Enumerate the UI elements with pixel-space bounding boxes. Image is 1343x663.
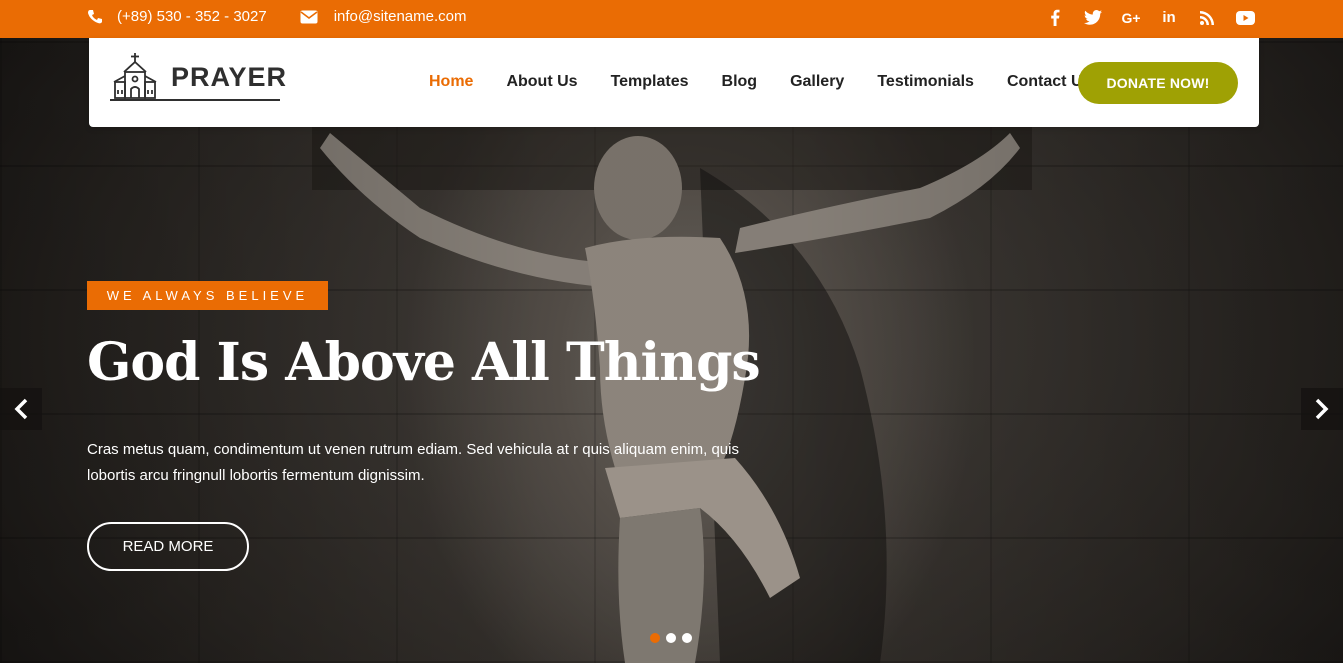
top-bar: (+89) 530 - 352 - 3027 info@sitename.com… <box>0 0 1343 38</box>
slide-tag: WE ALWAYS BELIEVE <box>87 281 328 310</box>
nav-testimonials[interactable]: Testimonials <box>877 73 974 91</box>
google-plus-icon[interactable]: G+ <box>1121 8 1141 28</box>
linkedin-icon[interactable]: in <box>1159 8 1179 28</box>
next-slide-button[interactable] <box>1301 388 1343 430</box>
nav-templates[interactable]: Templates <box>611 73 689 91</box>
prev-slide-button[interactable] <box>0 388 42 430</box>
contact-info: (+89) 530 - 352 - 3027 info@sitename.com <box>87 0 466 33</box>
main-nav: Home About Us Templates Blog Gallery Tes… <box>429 73 1124 91</box>
brand-name: PRAYER <box>171 62 288 92</box>
social-links: G+ in <box>1027 0 1255 35</box>
envelope-icon <box>300 10 318 24</box>
phone-icon <box>87 9 103 25</box>
phone-item: (+89) 530 - 352 - 3027 <box>87 8 267 25</box>
email-item: info@sitename.com <box>267 8 467 25</box>
phone-number[interactable]: (+89) 530 - 352 - 3027 <box>117 8 267 25</box>
chevron-right-icon <box>1315 398 1329 420</box>
facebook-icon[interactable] <box>1045 8 1065 28</box>
rss-icon[interactable] <box>1197 8 1217 28</box>
nav-blog[interactable]: Blog <box>722 73 758 91</box>
slider-dot[interactable] <box>666 633 676 643</box>
slide-description: Cras metus quam, condimentum ut venen ru… <box>87 441 739 484</box>
slider-dot[interactable] <box>650 633 660 643</box>
email-address[interactable]: info@sitename.com <box>334 8 467 25</box>
nav-home[interactable]: Home <box>429 73 473 91</box>
logo-underline <box>110 99 280 101</box>
slider-dots <box>650 633 692 643</box>
chevron-left-icon <box>14 398 28 420</box>
youtube-icon[interactable] <box>1235 8 1255 28</box>
slider-dot[interactable] <box>682 633 692 643</box>
church-icon <box>113 53 157 99</box>
site-header: PRAYER Home About Us Templates Blog Gall… <box>89 38 1259 127</box>
site-logo[interactable]: PRAYER <box>110 52 286 102</box>
nav-gallery[interactable]: Gallery <box>790 73 844 91</box>
donate-button[interactable]: DONATE NOW! <box>1078 62 1238 104</box>
slide-title: God Is Above All Things <box>87 332 761 393</box>
nav-about-us[interactable]: About Us <box>506 73 577 91</box>
read-more-button[interactable]: READ MORE <box>87 522 249 571</box>
twitter-icon[interactable] <box>1083 8 1103 28</box>
